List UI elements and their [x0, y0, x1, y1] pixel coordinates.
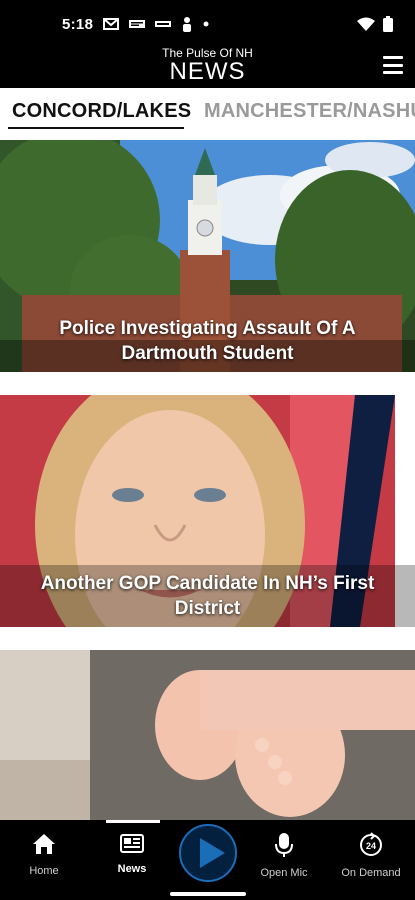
person-icon [183, 17, 192, 32]
bottom-navigation: Home News Open Mic 24 On Demand [0, 820, 415, 900]
wifi-icon [357, 17, 375, 31]
story-image [0, 650, 415, 820]
nav-home[interactable]: Home [4, 832, 84, 877]
battery-icon [383, 16, 393, 32]
play-icon [200, 838, 225, 868]
dot-icon [203, 21, 209, 27]
story-title: Another GOP Candidate In NH’s First Dist… [40, 573, 375, 619]
newspaper-icon [120, 834, 144, 853]
tab-manchester-nashua[interactable]: MANCHESTER/NASHUA [204, 100, 415, 123]
nav-on-demand[interactable]: 24 On Demand [331, 832, 411, 879]
brand-title: NEWS [169, 58, 246, 85]
status-time: 5:18 [62, 15, 94, 33]
active-nav-indicator [106, 820, 160, 823]
brand-logo: The Pulse Of NH NEWS [0, 46, 415, 84]
tab-concord-lakes[interactable]: CONCORD/LAKES [12, 100, 191, 123]
story-card[interactable] [0, 650, 415, 820]
play-button[interactable] [179, 824, 237, 882]
nav-label: Open Mic [260, 867, 308, 879]
notification-icons [103, 16, 209, 32]
region-tabs: CONCORD/LAKES MANCHESTER/NASHUA [0, 88, 415, 140]
nav-label: On Demand [341, 867, 401, 879]
on-demand-24-icon: 24 [360, 832, 382, 856]
microphone-icon [275, 833, 293, 857]
news-app-icon [129, 20, 146, 28]
nbc-icon [155, 21, 172, 27]
mail-icon [103, 18, 120, 30]
active-tab-indicator [8, 127, 184, 129]
app-header: The Pulse Of NH NEWS [0, 44, 415, 88]
home-icon [33, 834, 55, 854]
story-card[interactable]: Police Investigating Assault Of A Dartmo… [0, 140, 415, 372]
svg-text:24: 24 [366, 841, 376, 851]
gesture-home-bar[interactable] [170, 892, 246, 896]
story-title: Police Investigating Assault Of A Dartmo… [59, 318, 356, 364]
hamburger-menu-icon[interactable] [383, 56, 403, 74]
news-feed: Police Investigating Assault Of A Dartmo… [0, 140, 415, 820]
nav-news[interactable]: News [92, 832, 172, 875]
nav-open-mic[interactable]: Open Mic [244, 832, 324, 879]
nav-label: News [117, 863, 147, 875]
nav-label: Home [29, 865, 59, 877]
status-bar: 5:18 [0, 0, 415, 48]
story-card[interactable]: Another GOP Candidate In NH’s First Dist… [0, 395, 415, 627]
